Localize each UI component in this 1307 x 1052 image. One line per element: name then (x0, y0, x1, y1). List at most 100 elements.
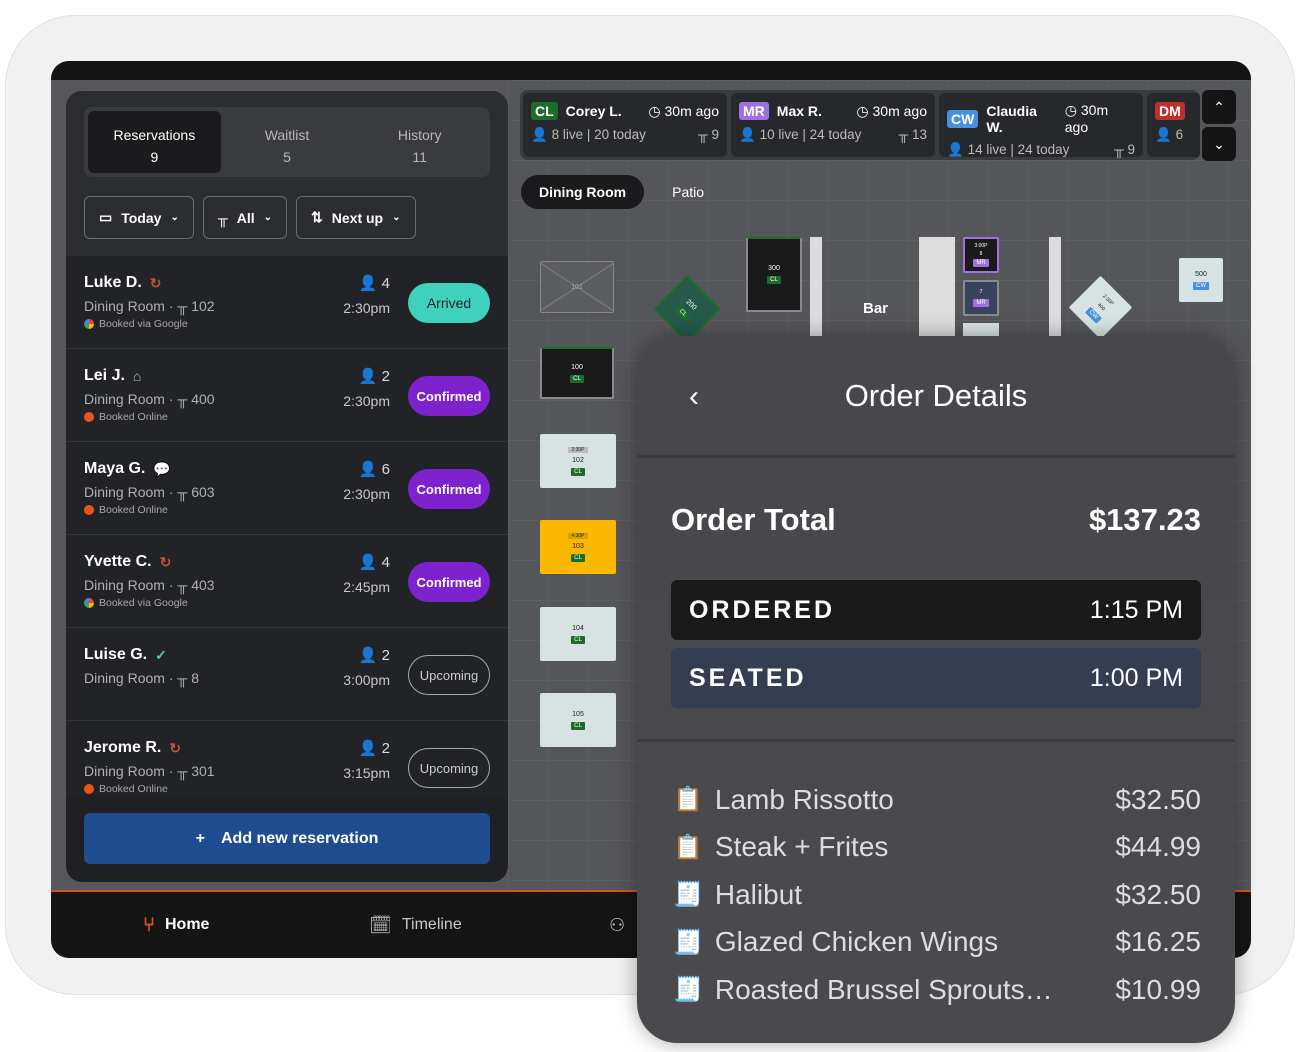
order-item[interactable]: 📋 Lamb Rissotto $32.50 (673, 776, 1201, 824)
online-icon (84, 784, 94, 794)
order-total-label: Order Total (671, 502, 836, 537)
wall (810, 237, 822, 337)
status-badge[interactable]: Upcoming (408, 655, 490, 695)
person-icon: 👤 (1155, 127, 1172, 142)
table-8[interactable]: 3:00P 8 MR (963, 237, 999, 273)
table-400[interactable]: 2:30P 400 CW (1068, 275, 1133, 340)
last-active: ◷ 30m ago (648, 102, 719, 119)
table-7[interactable]: 7 MR (963, 280, 999, 316)
reservation-time: 2:30pm (343, 300, 390, 316)
table-filter[interactable]: ╥ All ⌄ (202, 196, 288, 239)
reservation-row[interactable]: Lei J. ⌂ Dining Room · ╥ 400 Booked Online… (66, 349, 508, 442)
reservation-time: 3:00pm (343, 672, 390, 688)
party-size: 👤 2 (358, 368, 390, 385)
order-item[interactable]: 🧾 Glazed Chicken Wings $16.25 (673, 919, 1201, 967)
server-initials: CL (531, 102, 558, 120)
status-badge[interactable]: Confirmed (408, 376, 490, 416)
tab-dining-room[interactable]: Dining Room (521, 175, 645, 209)
nav-guests[interactable]: ⚇ (609, 915, 625, 936)
table-icon: ╥ (698, 127, 708, 142)
scroll-down-button[interactable]: ⌄ (1202, 127, 1236, 161)
status-badge[interactable]: Confirmed (408, 562, 490, 602)
last-active: ◷ 30m ago (1064, 102, 1109, 135)
table-200[interactable]: 200 CL (653, 275, 721, 343)
server-name: Max R. (776, 103, 822, 119)
google-icon (84, 598, 94, 608)
reservation-row[interactable]: Maya G. 💬 Dining Room · ╥ 603 Booked Onlin… (66, 442, 508, 535)
scroll-up-button[interactable]: ⌃ (1202, 90, 1236, 124)
guest-name: Luise G. (84, 646, 148, 663)
table-300[interactable]: 300 CL (746, 237, 802, 312)
birthday-cake-icon: ⌂ (132, 368, 142, 384)
add-reservation-button[interactable]: + Add new reservation (84, 813, 490, 864)
person-icon: 👤 (358, 275, 378, 292)
status-badge[interactable]: Confirmed (408, 469, 490, 509)
person-icon: 👤 (739, 127, 756, 142)
server-name: Claudia W. (986, 102, 1037, 135)
order-done-icon: 🧾 (673, 976, 703, 1004)
table-icon: ╥ (177, 763, 188, 779)
chevron-down-icon: ⌄ (392, 212, 401, 223)
calendar-clock-icon: 🗓 (369, 914, 392, 935)
table-icon: ╥ (217, 209, 228, 226)
party-size: 👤 6 (358, 461, 390, 478)
clock-icon: ◷ (648, 102, 661, 119)
status-badge[interactable]: Arrived (408, 283, 490, 323)
recurring-icon: ↻ (149, 274, 162, 291)
order-item[interactable]: 🧾 Roasted Brussel Sprouts… $10.99 (673, 966, 1201, 1014)
tab-reservations[interactable]: Reservations 9 (88, 111, 221, 173)
reservation-list: Luke D. ↻ Dining Room · ╥ 102 Booked via G… (66, 256, 508, 796)
table-105[interactable]: 105 CL (540, 693, 616, 747)
server-card[interactable]: CL Corey L. ◷ 30m ago 👤 8 live | 20 today ╥… (523, 93, 727, 157)
server-initials: MR (739, 102, 769, 120)
order-details-title: Order Details (844, 378, 1028, 413)
tab-patio[interactable]: Patio (654, 175, 722, 209)
table-icon: ╥ (1114, 142, 1124, 157)
server-initials: CW (947, 109, 979, 128)
table-102[interactable]: 2:30P 102 CL (540, 434, 616, 488)
clock-icon: ◷ (1064, 102, 1077, 118)
party-size: 👤 4 (358, 554, 390, 571)
server-card[interactable]: CW Claudia W. ◷ 30m ago 👤 14 live | 24 tod… (939, 93, 1143, 157)
online-icon (84, 412, 94, 422)
server-name: Corey L. (565, 103, 622, 119)
ordered-status: ORDERED 1:15 PM (671, 580, 1201, 640)
dining-icon: ⑂ (143, 913, 155, 936)
guests-icon: ⚇ (609, 914, 626, 935)
order-items: 📋 Lamb Rissotto $32.50 📋 Steak + Frites $44.9… (673, 776, 1201, 1014)
reservation-row[interactable]: Luke D. ↻ Dining Room · ╥ 102 Booked via G… (66, 256, 508, 349)
table-icon: ╥ (898, 127, 909, 142)
reservation-row[interactable]: Luise G. ✓ Dining Room · ╥ 8 👤 2 3:00pm U… (66, 628, 508, 721)
calendar-icon: ▭ (99, 209, 113, 225)
table-103[interactable]: 4:30P 103 CL (540, 520, 616, 574)
nav-timeline[interactable]: 🗓 Timeline (369, 915, 462, 936)
server-card[interactable]: DM 👤 6 (1147, 93, 1200, 157)
date-filter[interactable]: ▭ Today ⌄ (84, 196, 194, 239)
tab-waitlist[interactable]: Waitlist 5 (221, 111, 354, 173)
server-card[interactable]: MR Max R. ◷ 30m ago 👤 10 live | 24 today ╥ … (731, 93, 935, 157)
reservations-panel: Reservations 9 Waitlist 5 History 11 ▭ Today… (66, 91, 508, 882)
guest-name: Jerome R. (84, 739, 162, 756)
server-initials: DM (1155, 102, 1185, 120)
verified-icon: ✓ (155, 646, 167, 663)
order-item[interactable]: 📋 Steak + Frites $44.99 (673, 824, 1201, 872)
clock-icon: ◷ (856, 102, 869, 119)
person-icon: 👤 (947, 142, 964, 157)
person-icon: 👤 (358, 554, 378, 571)
reservation-row[interactable]: Jerome R. ↻ Dining Room · ╥ 301 Booked Onl… (66, 721, 508, 796)
nav-home[interactable]: ⑂ Home (143, 914, 209, 937)
reservation-row[interactable]: Yvette C. ↻ Dining Room · ╥ 403 Booked via… (66, 535, 508, 628)
order-done-icon: 🧾 (673, 881, 703, 909)
table-101[interactable]: 101 (540, 261, 614, 313)
order-item[interactable]: 🧾 Halibut $32.50 (673, 871, 1201, 919)
tab-history[interactable]: History 11 (353, 111, 486, 173)
google-icon (84, 319, 94, 329)
person-icon: 👤 (358, 740, 378, 757)
table-100[interactable]: 100 CL (540, 347, 614, 399)
status-bar (51, 61, 1251, 80)
table-104[interactable]: 104 CL (540, 607, 616, 661)
table-500[interactable]: 500 CW (1179, 258, 1223, 302)
sort-filter[interactable]: ⇅ Next up ⌄ (296, 196, 416, 239)
status-badge[interactable]: Upcoming (408, 748, 490, 788)
seated-status: SEATED 1:00 PM (671, 648, 1201, 708)
